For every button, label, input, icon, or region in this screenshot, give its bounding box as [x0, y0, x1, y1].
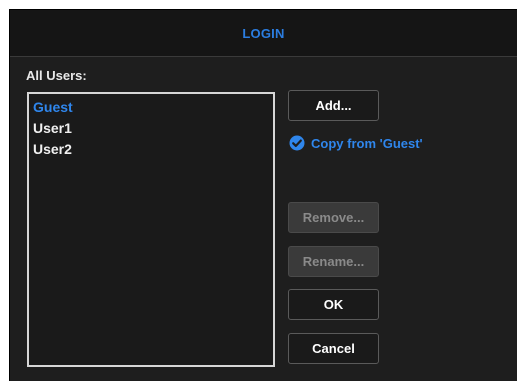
check-circle-icon [289, 135, 305, 151]
remove-button[interactable]: Remove... [288, 202, 379, 233]
rename-button[interactable]: Rename... [288, 246, 379, 277]
dialog-title: LOGIN [242, 25, 285, 41]
user-list-item-user1[interactable]: User1 [33, 118, 269, 139]
add-button[interactable]: Add... [288, 90, 379, 121]
ok-button[interactable]: OK [288, 289, 379, 320]
copy-from-guest-label: Copy from 'Guest' [311, 135, 423, 151]
all-users-label: All Users: [26, 68, 87, 83]
user-list-item-user2[interactable]: User2 [33, 139, 269, 160]
login-dialog: LOGIN All Users: Guest User1 User2 Add..… [9, 9, 517, 381]
user-list-item-guest[interactable]: Guest [33, 97, 269, 118]
dialog-titlebar: LOGIN [10, 10, 517, 57]
copy-from-guest-checkbox[interactable]: Copy from 'Guest' [289, 135, 423, 151]
cancel-button[interactable]: Cancel [288, 333, 379, 364]
user-list[interactable]: Guest User1 User2 [27, 92, 275, 367]
